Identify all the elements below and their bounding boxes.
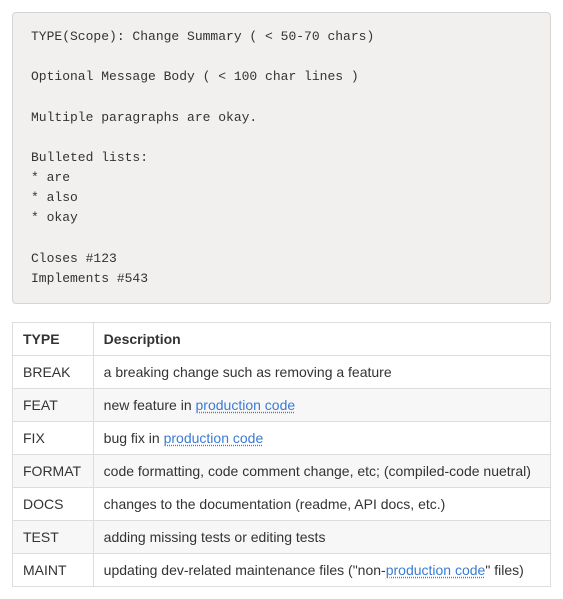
type-cell: FORMAT [13, 454, 94, 487]
table-header-row: TYPE Description [13, 322, 551, 355]
types-table: TYPE Description BREAKa breaking change … [12, 322, 551, 587]
production-code-link[interactable]: production code [386, 562, 486, 578]
table-row: MAINTupdating dev-related maintenance fi… [13, 553, 551, 586]
description-cell: adding missing tests or editing tests [93, 520, 550, 553]
table-row: BREAKa breaking change such as removing … [13, 355, 551, 388]
description-cell: changes to the documentation (readme, AP… [93, 487, 550, 520]
type-cell: TEST [13, 520, 94, 553]
production-code-link[interactable]: production code [164, 430, 264, 446]
commit-format-block: TYPE(Scope): Change Summary ( < 50-70 ch… [12, 12, 551, 304]
description-cell: updating dev-related maintenance files (… [93, 553, 550, 586]
table-row: TESTadding missing tests or editing test… [13, 520, 551, 553]
type-cell: DOCS [13, 487, 94, 520]
type-cell: FEAT [13, 388, 94, 421]
description-cell: bug fix in production code [93, 421, 550, 454]
table-row: FEATnew feature in production code [13, 388, 551, 421]
description-cell: a breaking change such as removing a fea… [93, 355, 550, 388]
type-cell: BREAK [13, 355, 94, 388]
type-cell: MAINT [13, 553, 94, 586]
description-cell: code formatting, code comment change, et… [93, 454, 550, 487]
header-description: Description [93, 322, 550, 355]
production-code-link[interactable]: production code [196, 397, 296, 413]
table-body: BREAKa breaking change such as removing … [13, 355, 551, 586]
type-cell: FIX [13, 421, 94, 454]
table-row: FORMATcode formatting, code comment chan… [13, 454, 551, 487]
header-type: TYPE [13, 322, 94, 355]
table-row: DOCSchanges to the documentation (readme… [13, 487, 551, 520]
description-cell: new feature in production code [93, 388, 550, 421]
table-row: FIXbug fix in production code [13, 421, 551, 454]
